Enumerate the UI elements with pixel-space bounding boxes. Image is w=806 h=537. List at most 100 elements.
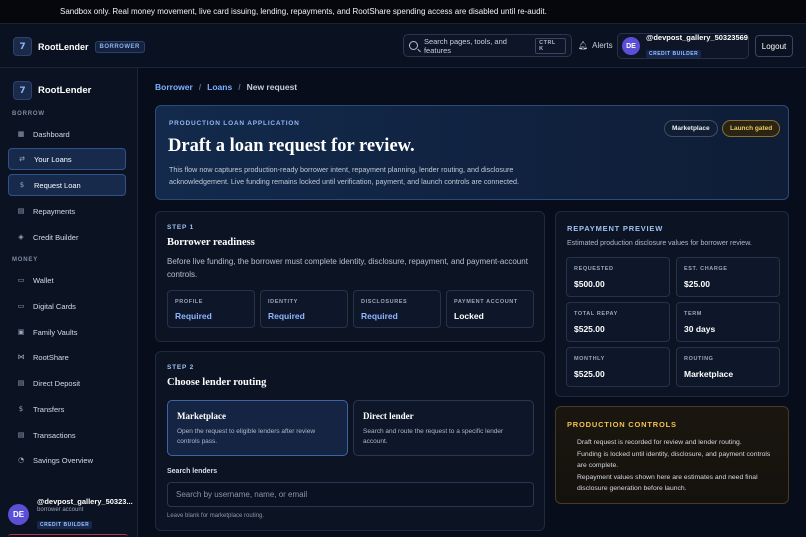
stat-label: PROFILE <box>175 299 204 305</box>
step2-title: Choose lender routing <box>167 377 267 388</box>
routing-option-desc: Open the request to eligible lenders aft… <box>177 428 316 445</box>
vault-icon: ▣ <box>17 328 25 336</box>
preview-label: TERM <box>684 311 702 317</box>
breadcrumb-separator: / <box>238 82 241 92</box>
sidebar-item-rootshare[interactable]: ⋈ RootShare <box>8 346 126 368</box>
sidebar-item-label: Direct Deposit <box>33 378 81 388</box>
preview-title: REPAYMENT PREVIEW <box>567 224 664 233</box>
breadcrumb: Borrower / Loans / New request <box>155 82 297 92</box>
readiness-identity: IDENTITY Required <box>260 290 348 328</box>
sidebar-item-transfers[interactable]: $ Transfers <box>8 398 126 420</box>
page-title: Draft a loan request for review. <box>168 136 415 156</box>
user-name: @devpost_gallery_50323569 <box>646 32 748 42</box>
sandbox-banner: Sandbox only. Real money movement, live … <box>0 0 806 24</box>
routing-option-marketplace[interactable]: Marketplace Open the request to eligible… <box>167 400 348 456</box>
sidebar-item-label: Repayments <box>33 206 76 216</box>
sidebar-item-label: Your Loans <box>34 154 72 164</box>
breadcrumb-separator: / <box>198 82 202 92</box>
alerts-button[interactable]: 🔔︎ Alerts <box>578 41 613 50</box>
sidebar: 7 RootLender BORROW ▦ Dashboard ⇄ Your L… <box>0 68 138 537</box>
preview-total-repay: TOTAL REPAY $525.00 <box>566 302 670 342</box>
preview-value: $500.00 <box>574 279 605 289</box>
preview-requested: REQUESTED $500.00 <box>566 257 670 297</box>
preview-label: REQUESTED <box>574 266 614 272</box>
controls-list: Draft request is recorded for review and… <box>577 437 782 495</box>
breadcrumb-current: New request <box>246 82 298 92</box>
controls-item: Funding is locked until identity, disclo… <box>577 450 771 470</box>
bell-icon: 🔔︎ <box>578 41 589 50</box>
sidebar-item-credit-builder[interactable]: ◈ Credit Builder <box>8 226 126 248</box>
card-icon: ▭ <box>17 302 25 310</box>
sidebar-item-request-loan[interactable]: $ Request Loan <box>8 174 126 196</box>
search-lenders-label: Search lenders <box>167 468 218 475</box>
sidebar-item-dashboard[interactable]: ▦ Dashboard <box>8 123 126 145</box>
shield-icon: ◈ <box>18 233 24 241</box>
sidebar-brand[interactable]: 7 RootLender <box>13 81 91 100</box>
search-shortcut: CTRL K <box>535 37 566 54</box>
preview-label: EST. CHARGE <box>684 266 728 272</box>
sidebar-item-label: Credit Builder <box>33 232 79 242</box>
sidebar-item-label: Dashboard <box>33 129 70 139</box>
readiness-disclosures: DISCLOSURES Required <box>353 290 441 328</box>
search-lenders-input[interactable] <box>167 482 534 507</box>
step1-description: Before live funding, the borrower must c… <box>167 257 528 279</box>
sidebar-item-family-vaults[interactable]: ▣ Family Vaults <box>8 321 126 343</box>
sidebar-item-transactions[interactable]: ▤ Transactions <box>8 424 126 446</box>
share-icon: ⋈ <box>17 353 25 361</box>
user-menu[interactable]: DE @devpost_gallery_50323569 CREDIT BUIL… <box>617 33 749 59</box>
preview-value: $525.00 <box>574 369 605 379</box>
sidebar-item-repayments[interactable]: ▤ Repayments <box>8 200 126 222</box>
step1-title: Borrower readiness <box>167 237 255 248</box>
search-lenders-hint: Leave blank for marketplace routing. <box>167 513 265 519</box>
stat-label: PAYMENT ACCOUNT <box>454 299 518 305</box>
preview-routing: ROUTING Marketplace <box>676 347 780 387</box>
logo-icon: 7 <box>13 37 32 56</box>
hero-kicker: PRODUCTION LOAN APPLICATION <box>169 120 300 127</box>
breadcrumb-borrower[interactable]: Borrower <box>155 82 193 92</box>
step2-card: STEP 2 Choose lender routing Marketplace… <box>155 351 545 531</box>
logout-button[interactable]: Logout <box>755 35 793 57</box>
search-placeholder: Search pages, tools, and features <box>423 36 507 55</box>
hero-description: This flow now captures production-ready … <box>169 165 519 186</box>
marketplace-chip: Marketplace <box>664 120 718 137</box>
wallet-icon: ▭ <box>17 276 25 284</box>
preview-label: MONTHLY <box>574 356 605 362</box>
preview-value: Marketplace <box>684 369 734 379</box>
loans-icon: ⇄ <box>19 155 25 163</box>
avatar: DE <box>8 503 29 525</box>
sidebar-item-label: RootShare <box>33 352 69 362</box>
sidebar-item-wallet[interactable]: ▭ Wallet <box>8 269 126 291</box>
receipt-icon: ▤ <box>17 207 25 215</box>
stat-value: Required <box>175 311 212 321</box>
preview-value: $525.00 <box>574 324 605 334</box>
preview-value: 30 days <box>684 324 716 334</box>
sidebar-item-your-loans[interactable]: ⇄ Your Loans <box>8 148 126 170</box>
breadcrumb-loans[interactable]: Loans <box>207 82 232 92</box>
sidebar-section-borrow: BORROW <box>12 111 45 117</box>
avatar: DE <box>622 37 640 55</box>
stat-label: DISCLOSURES <box>361 299 408 305</box>
preview-label: TOTAL REPAY <box>574 311 618 317</box>
preview-monthly: MONTHLY $525.00 <box>566 347 670 387</box>
sidebar-item-direct-deposit[interactable]: ▤ Direct Deposit <box>8 372 126 394</box>
stat-value: Required <box>268 311 305 321</box>
brand[interactable]: 7 RootLender BORROWER <box>13 37 145 56</box>
global-search[interactable]: Search pages, tools, and features CTRL K <box>403 34 572 57</box>
launch-gated-chip: Launch gated <box>722 120 781 137</box>
dashboard-icon: ▦ <box>17 130 25 138</box>
readiness-profile: PROFILE Required <box>167 290 255 328</box>
alerts-label: Alerts <box>592 41 613 50</box>
sidebar-item-digital-cards[interactable]: ▭ Digital Cards <box>8 295 126 317</box>
sidebar-item-savings-overview[interactable]: ◔ Savings Overview <box>8 449 126 471</box>
routing-option-direct-lender[interactable]: Direct lender Search and route the reque… <box>353 400 534 456</box>
savings-icon: ◔ <box>17 456 25 464</box>
preview-term: TERM 30 days <box>676 302 780 342</box>
hero-panel: PRODUCTION LOAN APPLICATION Draft a loan… <box>155 105 789 200</box>
sidebar-item-label: Savings Overview <box>33 455 94 465</box>
sidebar-item-label: Family Vaults <box>33 327 78 337</box>
transfer-icon: $ <box>18 405 24 413</box>
top-bar: 7 RootLender BORROWER Search pages, tool… <box>0 24 806 68</box>
sidebar-user[interactable]: DE @devpost_gallery_50323... borrower ac… <box>8 497 133 531</box>
role-badge: BORROWER <box>94 40 145 53</box>
sidebar-brand-name: RootLender <box>38 85 92 96</box>
